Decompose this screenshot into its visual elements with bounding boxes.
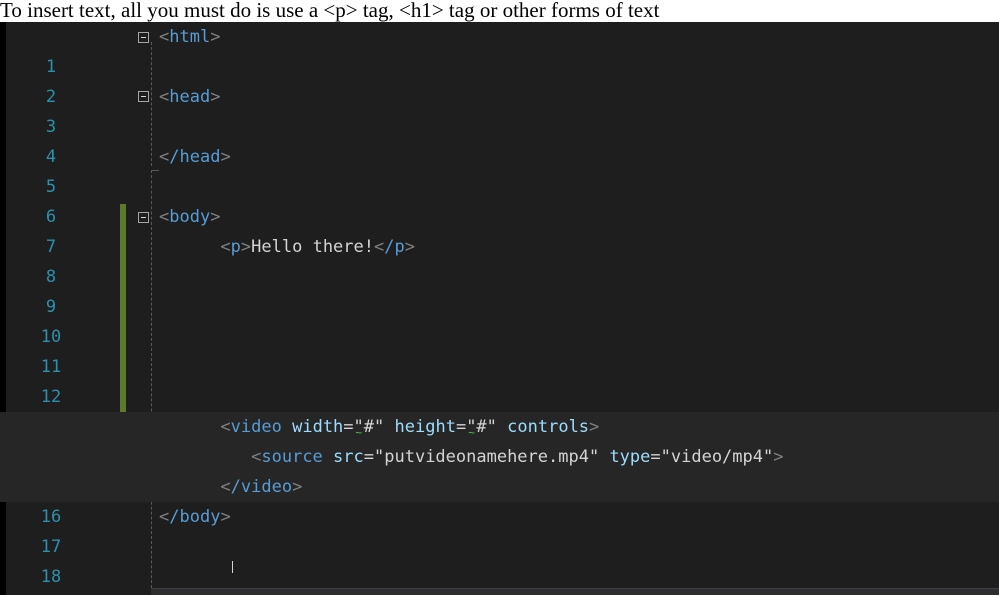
- tag-name: html: [169, 27, 211, 47]
- code-line-11[interactable]: 11: [0, 322, 999, 377]
- code-line-15[interactable]: 15 <source src="putvideonamehere.mp4" ty…: [0, 442, 999, 497]
- tag-name: video: [230, 417, 282, 437]
- code-line-13[interactable]: 13: [0, 382, 999, 437]
- text-caret: [232, 561, 233, 573]
- line-number: 18: [40, 567, 62, 587]
- tag-name: /video: [230, 477, 293, 497]
- tag-name: body: [169, 207, 211, 227]
- attribute-value: "video/mp4": [660, 447, 774, 467]
- tag-name: /body: [169, 507, 221, 527]
- code-line-8[interactable]: 8 <p>Hello there!</p>: [0, 232, 999, 287]
- attribute-value: "putvideonamehere.mp4": [374, 447, 600, 467]
- code-line-6[interactable]: 6: [0, 172, 999, 227]
- tag-name: /p: [384, 237, 405, 257]
- code-line-12[interactable]: 12: [0, 352, 999, 407]
- code-line-18[interactable]: 18: [0, 532, 999, 587]
- code-line-17[interactable]: 17 </body>: [0, 502, 999, 557]
- code-line-16[interactable]: 16 </video>: [0, 472, 999, 527]
- tag-name: source: [261, 447, 323, 467]
- code-line-7[interactable]: 7 <body>: [0, 202, 999, 257]
- attribute-name: type: [609, 447, 651, 467]
- code-line-9[interactable]: 9: [0, 262, 999, 317]
- code-line-5[interactable]: 5 </head>: [0, 142, 999, 197]
- paragraph-text: Hello there!: [251, 237, 374, 257]
- attribute-value: "#": [354, 417, 385, 437]
- code-line-1[interactable]: 1 <html>: [0, 22, 999, 77]
- tag-name: head: [169, 87, 211, 107]
- code-line-3[interactable]: 3 <head>: [0, 82, 999, 137]
- tag-name: /head: [169, 147, 221, 167]
- attribute-value: "#": [466, 417, 497, 437]
- code-line-10[interactable]: 10: [0, 292, 999, 347]
- attribute-name: controls: [507, 417, 590, 437]
- code-line-14[interactable]: 14 <video width="#" height="#" controls>: [0, 412, 999, 467]
- code-line-2[interactable]: 2: [0, 52, 999, 107]
- attribute-name: height: [394, 417, 456, 437]
- code-line-4[interactable]: 4: [0, 112, 999, 167]
- editor-bottom-scrollbar[interactable]: [151, 588, 999, 595]
- code-editor[interactable]: 1 <html> 2 3 <head> 4 5 </head> 6 7 <bod…: [0, 22, 999, 595]
- attribute-name: width: [292, 417, 344, 437]
- tag-name: p: [230, 237, 241, 257]
- attribute-name: src: [333, 447, 364, 467]
